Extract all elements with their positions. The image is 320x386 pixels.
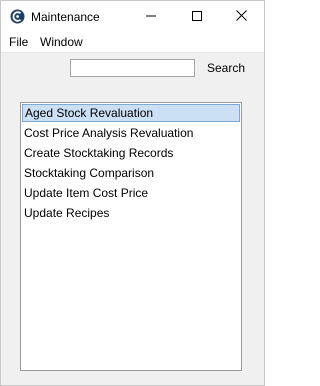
minimize-icon: [146, 10, 156, 24]
maintenance-window: Maintenance File Window Search Aged Stoc…: [0, 0, 265, 386]
menu-window[interactable]: Window: [40, 35, 83, 49]
minimize-button[interactable]: [128, 1, 174, 32]
menu-file[interactable]: File: [9, 35, 28, 49]
menu-bar: File Window: [1, 32, 264, 53]
list-item[interactable]: Update Item Cost Price: [22, 184, 240, 202]
list-item[interactable]: Stocktaking Comparison: [22, 164, 240, 182]
list-item[interactable]: Update Recipes: [22, 204, 240, 222]
maximize-button[interactable]: [174, 1, 220, 32]
list-item[interactable]: Create Stocktaking Records: [22, 144, 240, 162]
title-bar[interactable]: Maintenance: [1, 1, 264, 32]
close-icon: [235, 9, 247, 24]
list-item[interactable]: Cost Price Analysis Revaluation: [22, 124, 240, 142]
search-input[interactable]: [70, 59, 195, 77]
maximize-icon: [192, 10, 202, 24]
close-button[interactable]: [218, 1, 264, 32]
window-title: Maintenance: [31, 10, 100, 24]
maintenance-list[interactable]: Aged Stock Revaluation Cost Price Analys…: [20, 102, 242, 371]
search-button[interactable]: Search: [201, 59, 251, 77]
app-logo-icon: [10, 9, 25, 24]
list-item[interactable]: Aged Stock Revaluation: [22, 104, 240, 122]
